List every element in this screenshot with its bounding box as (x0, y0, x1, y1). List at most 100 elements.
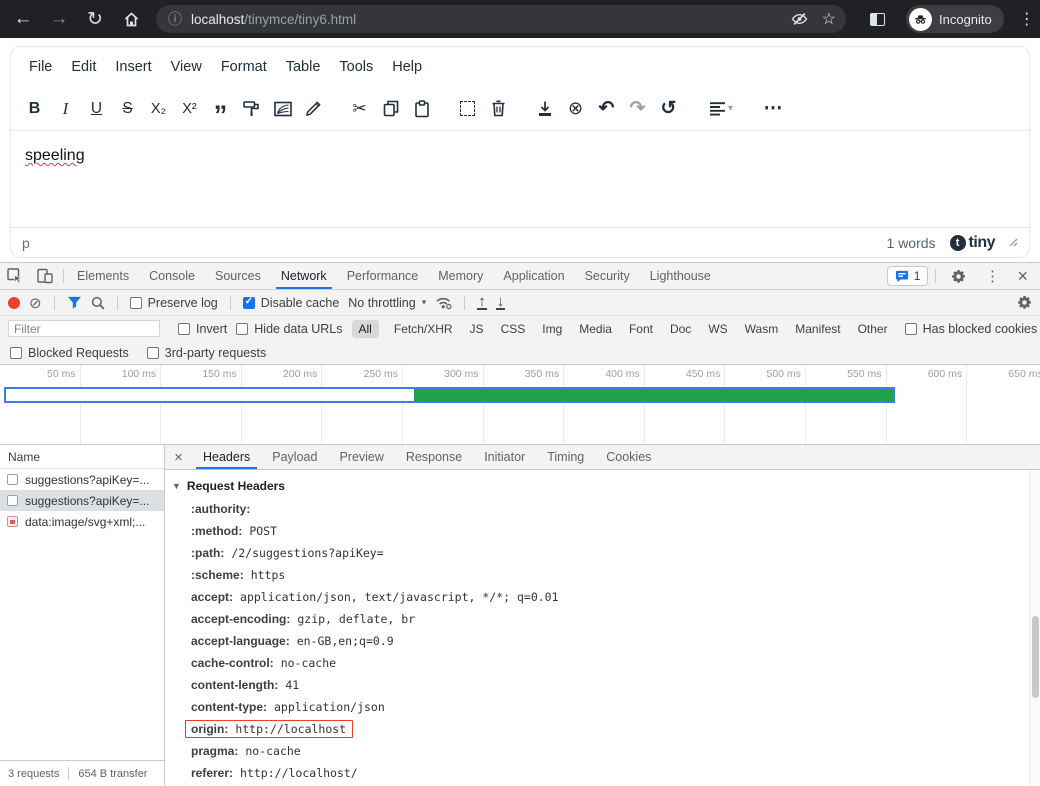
third-party-requests-checkbox[interactable]: 3rd-party requests (147, 346, 266, 360)
devtools-tab[interactable]: Lighthouse (640, 263, 721, 289)
request-type-filter[interactable]: All (352, 320, 379, 338)
pen-icon[interactable] (298, 94, 329, 124)
request-row[interactable]: suggestions?apiKey=... (0, 469, 164, 490)
devtools-close-icon[interactable]: × (1011, 266, 1034, 287)
request-type-filter[interactable]: Manifest (793, 320, 842, 338)
network-conditions-icon[interactable] (435, 295, 452, 310)
menu-item[interactable]: View (162, 54, 211, 80)
detail-tab[interactable]: Headers (192, 445, 261, 469)
url-bar[interactable]: ⓘ localhost/tinymce/tiny6.html ☆ (156, 5, 846, 33)
device-toolbar-icon[interactable] (30, 263, 60, 289)
detail-tab[interactable]: Timing (536, 445, 595, 469)
menu-item[interactable]: File (20, 54, 61, 80)
request-type-filter[interactable]: Other (856, 320, 890, 338)
undo-icon[interactable]: ↶ (591, 94, 622, 124)
request-headers-section[interactable]: ▼ Request Headers (172, 479, 1026, 493)
subscript-icon[interactable]: X₂ (143, 94, 174, 124)
request-row[interactable]: data:image/svg+xml;... (0, 511, 164, 532)
detail-tab[interactable]: Initiator (473, 445, 536, 469)
settings-gear-icon[interactable] (943, 269, 973, 284)
paint-roller-icon[interactable] (236, 94, 267, 124)
request-type-filter[interactable]: Fetch/XHR (392, 320, 455, 338)
blocked-requests-checkbox[interactable]: Blocked Requests (10, 346, 129, 360)
italic-icon[interactable]: I (50, 94, 81, 124)
bookmark-star-icon[interactable]: ☆ (822, 9, 836, 29)
record-icon[interactable] (8, 297, 20, 309)
menu-item[interactable]: Tools (330, 54, 382, 80)
select-all-icon[interactable] (452, 94, 483, 124)
invert-checkbox[interactable]: Invert (178, 322, 227, 336)
request-type-filter[interactable]: Font (627, 320, 655, 338)
clear-icon[interactable]: ⊘ (29, 294, 42, 312)
bold-icon[interactable]: B (19, 94, 50, 124)
browser-menu-icon[interactable]: ⋮ (1010, 2, 1040, 36)
filter-input[interactable] (8, 320, 160, 337)
request-type-filter[interactable]: Img (540, 320, 564, 338)
forward-icon[interactable]: → (42, 2, 76, 36)
editor-content[interactable]: speeling (11, 131, 1029, 227)
request-row[interactable]: suggestions?apiKey=... (0, 490, 164, 511)
menu-item[interactable]: Insert (106, 54, 160, 80)
side-panel-icon[interactable] (860, 2, 894, 36)
scrollbar-thumb[interactable] (1032, 616, 1039, 698)
hide-data-urls-checkbox[interactable]: Hide data URLs (236, 322, 342, 336)
has-blocked-cookies-checkbox[interactable]: Has blocked cookies (905, 322, 1038, 336)
image-icon[interactable] (267, 94, 298, 124)
network-settings-gear-icon[interactable] (1017, 295, 1032, 310)
detail-tab[interactable]: Cookies (595, 445, 662, 469)
request-type-filter[interactable]: JS (468, 320, 486, 338)
export-icon[interactable] (529, 94, 560, 124)
menu-item[interactable]: Help (383, 54, 431, 80)
preserve-log-checkbox[interactable]: Preserve log (130, 296, 218, 310)
copy-icon[interactable] (375, 94, 406, 124)
detail-tab[interactable]: Preview (328, 445, 394, 469)
request-type-filter[interactable]: Wasm (743, 320, 781, 338)
strikethrough-icon[interactable]: S (112, 94, 143, 124)
tiny-logo[interactable]: t tiny (950, 234, 995, 252)
delete-icon[interactable] (483, 94, 514, 124)
import-har-icon[interactable]: ↑ (477, 295, 487, 310)
menu-item[interactable]: Table (277, 54, 330, 80)
name-column-header[interactable]: Name (0, 445, 164, 469)
reload-icon[interactable]: ↻ (78, 2, 112, 36)
resize-handle-icon[interactable] (1009, 238, 1018, 247)
devtools-tab[interactable]: Performance (337, 263, 429, 289)
underline-icon[interactable]: U (81, 94, 112, 124)
devtools-tab[interactable]: Sources (205, 263, 271, 289)
devtools-menu-icon[interactable]: ⋮ (977, 267, 1007, 285)
menu-item[interactable]: Edit (62, 54, 105, 80)
detail-tab[interactable]: Payload (261, 445, 328, 469)
issues-button[interactable]: 1 (887, 266, 929, 286)
align-left-icon[interactable]: ▾ (699, 94, 743, 124)
search-icon[interactable] (91, 296, 105, 310)
devtools-tab[interactable]: Network (271, 263, 337, 289)
disable-cache-checkbox[interactable]: Disable cache (243, 296, 340, 310)
filter-funnel-icon[interactable] (67, 296, 82, 309)
cut-icon[interactable]: ✂ (344, 94, 375, 124)
throttling-dropdown[interactable]: No throttling ▾ (348, 296, 426, 310)
site-info-icon[interactable]: ⓘ (168, 9, 182, 29)
request-type-filter[interactable]: CSS (499, 320, 528, 338)
home-icon[interactable] (114, 2, 148, 36)
menu-item[interactable]: Format (212, 54, 276, 80)
devtools-tab[interactable]: Console (139, 263, 205, 289)
detail-close-icon[interactable]: × (165, 445, 192, 469)
back-icon[interactable]: ← (6, 2, 40, 36)
paste-icon[interactable] (406, 94, 437, 124)
request-type-filter[interactable]: WS (706, 320, 729, 338)
export-har-icon[interactable]: ↓ (496, 295, 506, 310)
more-icon[interactable]: ⋯ (758, 94, 789, 124)
restore-draft-icon[interactable]: ↺ (653, 94, 684, 124)
network-overview-timeline[interactable]: 50 ms 100 ms 150 ms 200 ms 2 (0, 365, 1040, 445)
word-count[interactable]: 1 words (887, 235, 936, 251)
detail-tab[interactable]: Response (395, 445, 473, 469)
eye-off-icon[interactable] (791, 11, 808, 27)
devtools-tab[interactable]: Security (575, 263, 640, 289)
devtools-tab[interactable]: Elements (67, 263, 139, 289)
misspelled-word[interactable]: speeling (25, 147, 85, 164)
element-path[interactable]: p (22, 235, 30, 251)
detail-scrollbar[interactable] (1029, 470, 1040, 786)
request-type-filter[interactable]: Doc (668, 320, 693, 338)
devtools-tab[interactable]: Application (493, 263, 574, 289)
redo-icon[interactable]: ↷ (622, 94, 653, 124)
